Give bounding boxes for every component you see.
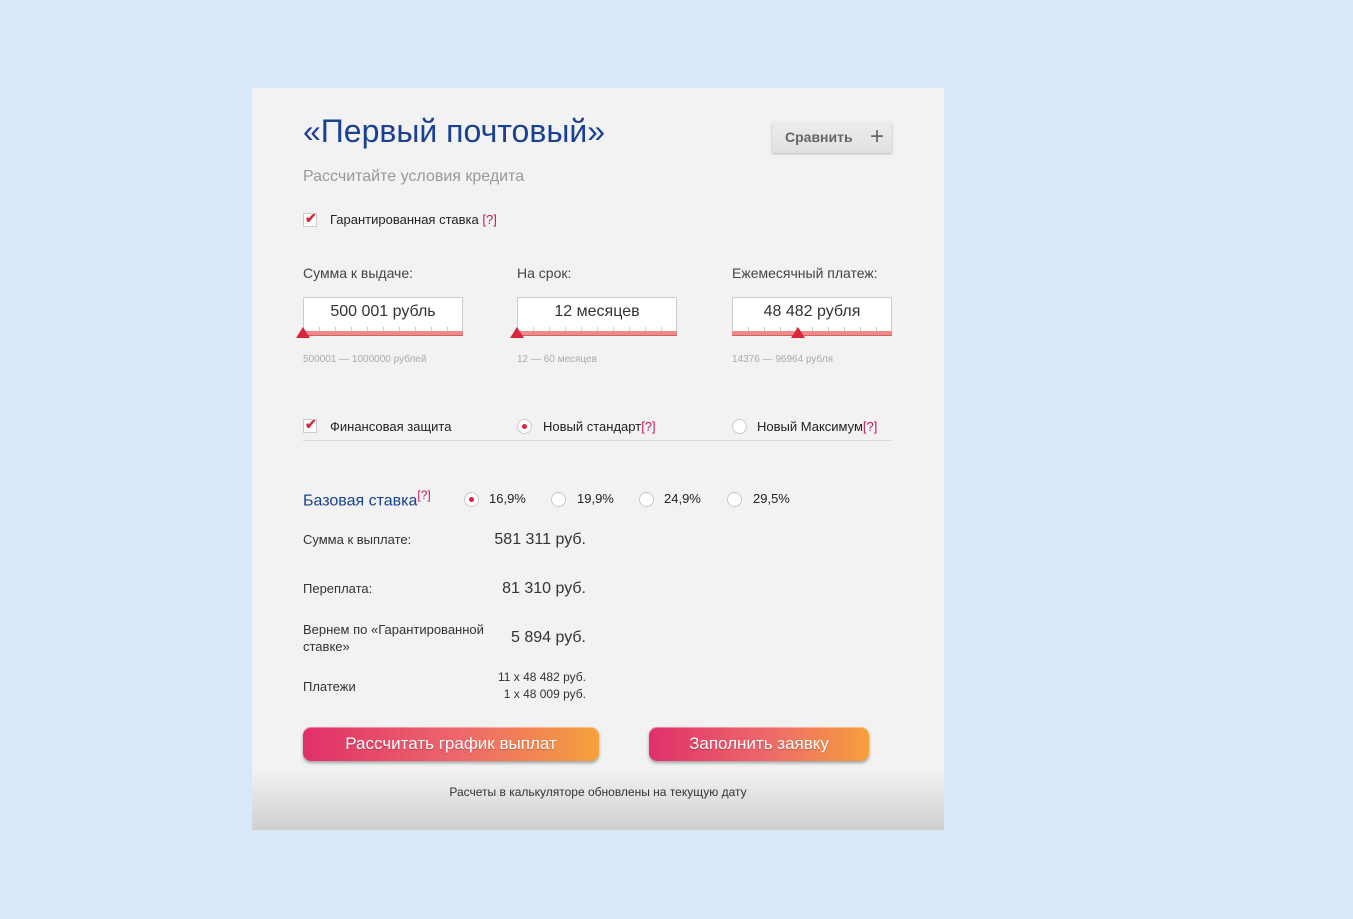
overpayment-label: Переплата: xyxy=(303,581,373,596)
overpayment-value: 81 310 руб. xyxy=(502,580,586,597)
rate-option-2[interactable] xyxy=(551,492,566,512)
amount-slider-handle[interactable] xyxy=(296,327,310,338)
calculator-panel: «Первый почтовый» Сравнить + Рассчитайте… xyxy=(252,88,944,830)
guaranteed-rate-help-link[interactable]: [?] xyxy=(482,212,496,227)
update-note: Расчеты в калькуляторе обновлены на теку… xyxy=(449,785,747,799)
guaranteed-rate-checkbox[interactable]: ✔ xyxy=(303,210,317,227)
rate-label-3: 24,9% xyxy=(664,491,701,506)
total-payment-value: 581 311 руб. xyxy=(494,531,586,548)
options-divider xyxy=(303,440,892,441)
rate-label-4: 29,5% xyxy=(753,491,790,506)
monthly-payment-value[interactable]: 48 482 рубля xyxy=(732,297,892,325)
financial-protection-option[interactable]: ✔ xyxy=(303,416,317,438)
new-standard-label-wrap: Новый стандарт[?] xyxy=(543,419,656,434)
payments-label: Платежи xyxy=(303,679,356,694)
total-payment-label: Сумма к выплате: xyxy=(303,532,412,547)
new-maximum-help-link[interactable]: [?] xyxy=(863,419,877,434)
fill-application-button[interactable]: Заполнить заявку xyxy=(649,727,869,761)
rate-radio-3[interactable] xyxy=(639,492,654,507)
term-value[interactable]: 12 месяцев xyxy=(517,297,677,325)
new-maximum-option[interactable] xyxy=(732,419,747,439)
monthly-slider-track[interactable] xyxy=(732,331,892,336)
new-standard-option[interactable] xyxy=(517,419,532,439)
new-maximum-label: Новый Максимум xyxy=(757,419,863,434)
guaranteed-rate-label: Гарантированная ставка xyxy=(330,212,479,227)
product-title: «Первый почтовый» xyxy=(303,113,606,149)
term-label: На срок: xyxy=(517,265,572,281)
payments-breakdown: 11 x 48 482 руб. 1 x 48 009 руб. xyxy=(446,669,586,703)
rate-option-3[interactable] xyxy=(639,492,654,512)
financial-protection-label: Финансовая защита xyxy=(330,419,452,434)
panel-footer-gradient xyxy=(252,770,944,830)
new-standard-label: Новый стандарт xyxy=(543,419,642,434)
base-rate-heading: Базовая ставка[?] xyxy=(303,488,431,510)
monthly-payment-slider[interactable]: 48 482 рубля xyxy=(732,297,892,338)
rate-option-1[interactable] xyxy=(464,492,479,512)
base-rate-label: Базовая ставка xyxy=(303,492,418,510)
monthly-payment-range: 14376 — 96964 рубля xyxy=(732,354,834,365)
financial-protection-checkbox[interactable]: ✔ xyxy=(303,416,317,433)
compare-button[interactable]: Сравнить + xyxy=(772,122,892,153)
plus-icon: + xyxy=(869,123,884,150)
rate-label-2: 19,9% xyxy=(577,491,614,506)
term-range: 12 — 60 месяцев xyxy=(517,354,597,365)
rate-label-1: 16,9% xyxy=(489,491,526,506)
rate-radio-4[interactable] xyxy=(727,492,742,507)
refund-value: 5 894 руб. xyxy=(511,629,586,646)
new-maximum-radio[interactable] xyxy=(732,419,747,434)
base-rate-help-link[interactable]: [?] xyxy=(417,488,430,502)
compare-button-label: Сравнить xyxy=(785,129,853,145)
payments-line-2: 1 x 48 009 руб. xyxy=(503,687,586,701)
rate-radio-1[interactable] xyxy=(464,492,479,507)
amount-label: Сумма к выдаче: xyxy=(303,265,414,281)
guaranteed-rate-label-wrap: Гарантированная ставка [?] xyxy=(330,212,497,227)
new-standard-help-link[interactable]: [?] xyxy=(641,419,655,434)
amount-slider-track[interactable] xyxy=(303,331,463,336)
payments-line-1: 11 x 48 482 руб. xyxy=(497,670,586,684)
monthly-slider-handle[interactable] xyxy=(790,327,805,338)
monthly-payment-label: Ежемесячный платеж: xyxy=(732,265,878,281)
calculate-schedule-button[interactable]: Рассчитать график выплат xyxy=(303,727,599,761)
term-slider[interactable]: 12 месяцев xyxy=(510,297,677,338)
guaranteed-rate-option[interactable]: ✔ xyxy=(303,210,317,232)
amount-slider[interactable]: 500 001 рубль xyxy=(296,297,463,338)
term-slider-track[interactable] xyxy=(517,331,677,336)
page-subtitle: Рассчитайте условия кредита xyxy=(303,168,525,185)
check-icon: ✔ xyxy=(305,416,317,432)
check-icon: ✔ xyxy=(305,210,317,226)
rate-option-4[interactable] xyxy=(727,492,742,512)
new-standard-radio[interactable] xyxy=(517,419,532,434)
term-slider-handle[interactable] xyxy=(510,327,524,338)
amount-value[interactable]: 500 001 рубль xyxy=(303,297,463,325)
rate-radio-2[interactable] xyxy=(551,492,566,507)
new-maximum-label-wrap: Новый Максимум[?] xyxy=(757,419,877,434)
amount-range: 500001 — 1000000 рублей xyxy=(303,354,427,365)
